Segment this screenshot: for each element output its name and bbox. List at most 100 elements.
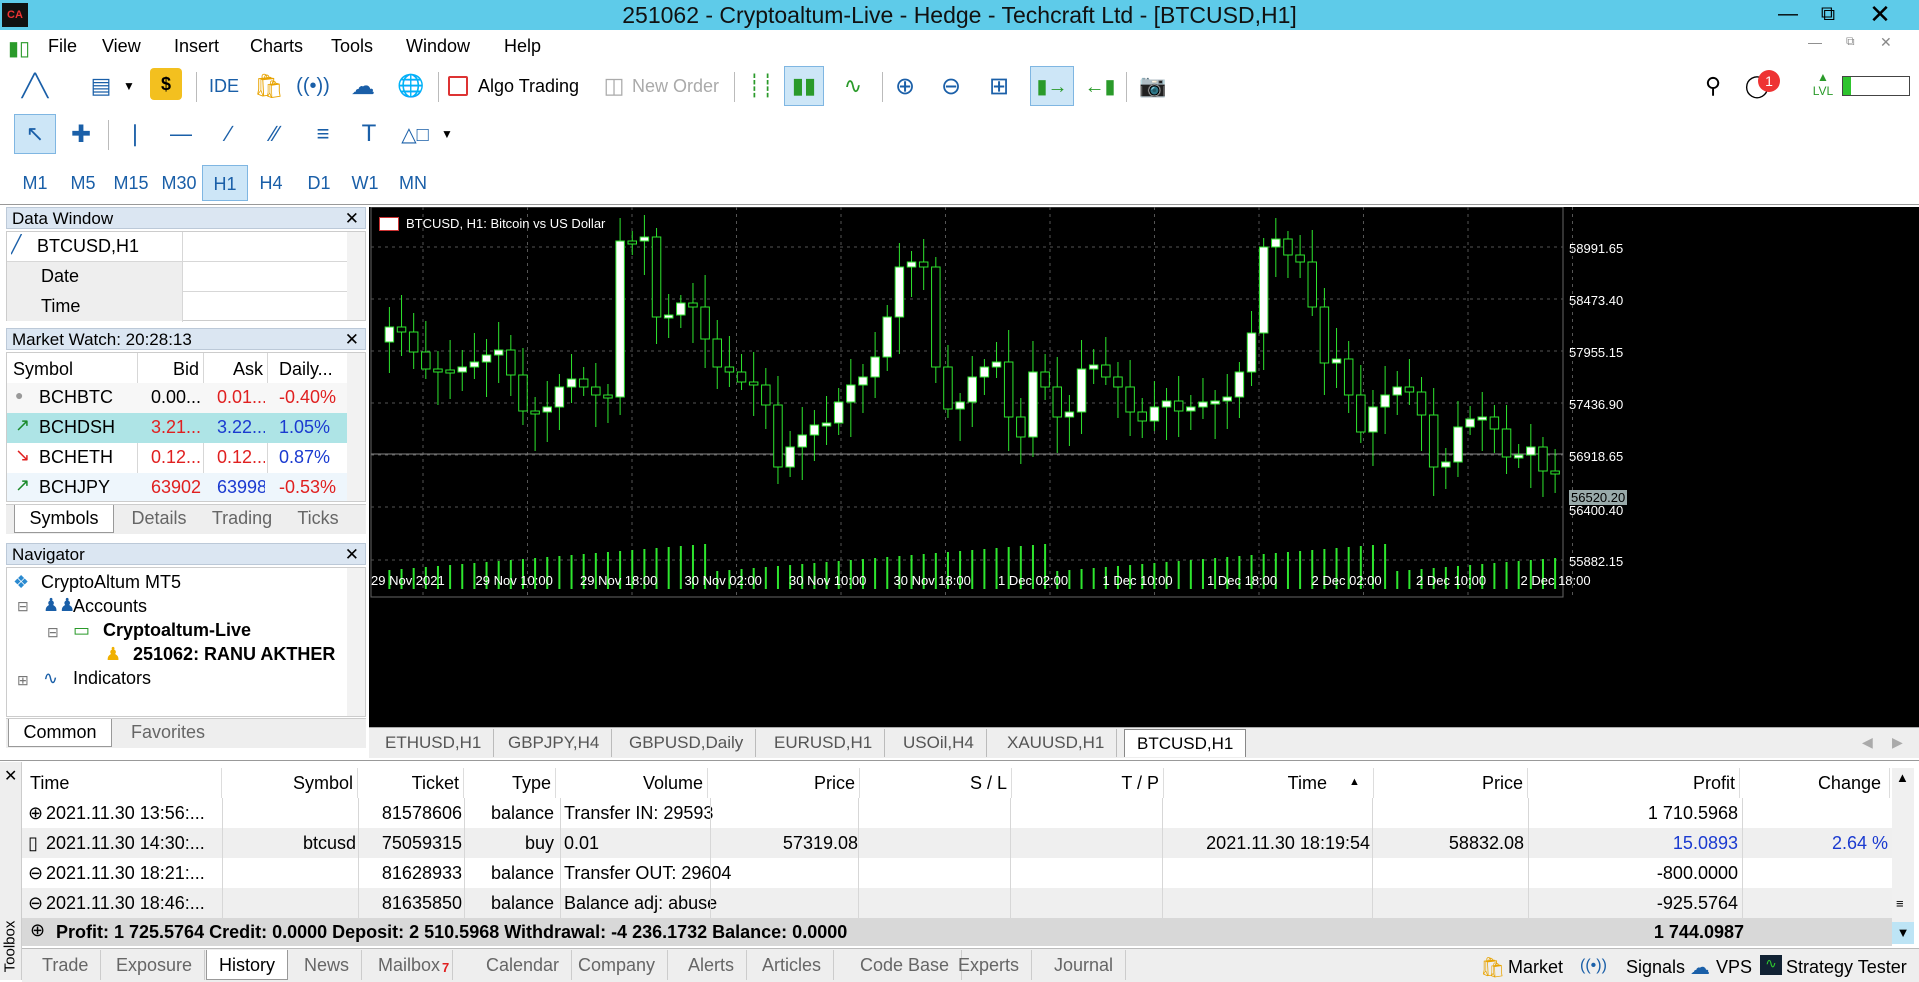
tab-code-base[interactable]: Code Base bbox=[848, 950, 963, 980]
scroll-grip-icon[interactable]: ≡ bbox=[1896, 896, 1904, 911]
table-row[interactable]: ⊕ 2021.11.30 13:56:... 81578606 balance Tran… bbox=[22, 798, 1892, 828]
scroll-right-icon[interactable]: ▶ bbox=[1892, 734, 1903, 751]
crosshair-icon[interactable]: ✚ bbox=[64, 116, 98, 152]
table-row[interactable]: ⊖ 2021.11.30 18:46:... 81635850 balance Bala… bbox=[22, 888, 1892, 918]
chart-tab-eurusd[interactable]: EURUSD,H1 bbox=[762, 729, 886, 757]
menu-help[interactable]: Help bbox=[504, 36, 541, 57]
chart-tab-usoil[interactable]: USOil,H4 bbox=[891, 729, 987, 757]
col-sl[interactable]: S / L bbox=[860, 768, 1012, 798]
mw-header-bid[interactable]: Bid bbox=[173, 359, 199, 380]
chart-tab-xauusd[interactable]: XAUUSD,H1 bbox=[995, 729, 1118, 757]
timeframe-h1[interactable]: H1 bbox=[202, 165, 248, 201]
toolbox-strategy-tester[interactable]: Strategy Tester bbox=[1786, 957, 1907, 978]
menu-file[interactable]: File bbox=[48, 36, 77, 57]
scroll-down-icon[interactable]: ▼ bbox=[1892, 922, 1914, 944]
cloud-icon[interactable]: ☁ bbox=[346, 68, 380, 104]
zoom-in-icon[interactable]: ⊕ bbox=[888, 68, 922, 104]
tab-articles[interactable]: Articles bbox=[750, 950, 835, 980]
menu-charts[interactable]: Charts bbox=[250, 36, 303, 57]
menu-window[interactable]: Window bbox=[406, 36, 470, 57]
mw-header-daily[interactable]: Daily... bbox=[279, 359, 333, 380]
menu-view[interactable]: View bbox=[102, 36, 141, 57]
col-tp[interactable]: T / P bbox=[1012, 768, 1164, 798]
close-icon[interactable]: ✕ bbox=[345, 329, 359, 351]
navigator-scrollbar[interactable] bbox=[347, 568, 365, 716]
close-button[interactable]: ✕ bbox=[1860, 0, 1900, 28]
scroll-left-icon[interactable]: ◀ bbox=[1862, 734, 1873, 751]
mw-header-ask[interactable]: Ask bbox=[233, 359, 263, 380]
history-scrollbar[interactable]: ▲ ≡ ▼ bbox=[1892, 768, 1914, 944]
mdi-minimize-icon[interactable]: — bbox=[1808, 34, 1822, 50]
algo-trading-button[interactable]: Algo Trading bbox=[478, 68, 588, 104]
tab-mailbox[interactable]: Mailbox bbox=[366, 950, 454, 980]
col-price[interactable]: Price bbox=[708, 768, 860, 798]
tab-symbols[interactable]: Symbols bbox=[14, 505, 114, 533]
mdi-restore-icon[interactable]: ⧉ bbox=[1846, 34, 1855, 49]
timeframe-w1[interactable]: W1 bbox=[342, 165, 388, 201]
screenshot-icon[interactable]: 📷 bbox=[1136, 68, 1170, 104]
ide-button[interactable]: IDE bbox=[204, 68, 244, 104]
auto-scroll-icon[interactable]: ▮→ bbox=[1030, 66, 1074, 106]
list-item[interactable]: ↗ BCHJPY 63902 63998 -0.53% bbox=[7, 473, 347, 501]
chart-tab-gbpusd[interactable]: GBPUSD,Daily bbox=[617, 729, 757, 757]
tab-exposure[interactable]: Exposure bbox=[104, 950, 206, 980]
col-change[interactable]: Change bbox=[1740, 768, 1890, 798]
timeframe-m1[interactable]: M1 bbox=[12, 165, 58, 201]
minimize-button[interactable]: — bbox=[1768, 0, 1808, 28]
expand-icon[interactable]: ⊞ bbox=[17, 672, 29, 689]
scroll-up-icon[interactable]: ▲ bbox=[1896, 770, 1909, 785]
chart-shift-icon[interactable]: ←▮ bbox=[1080, 68, 1120, 104]
collapse-icon[interactable]: ⊟ bbox=[47, 624, 59, 641]
tab-company[interactable]: Company bbox=[566, 950, 669, 980]
horizontal-line-icon[interactable]: — bbox=[164, 116, 198, 152]
chevron-down-icon[interactable]: ▼ bbox=[120, 68, 138, 104]
shapes-icon[interactable]: △□ bbox=[398, 116, 432, 152]
close-icon[interactable]: ✕ bbox=[345, 208, 359, 230]
col-volume[interactable]: Volume bbox=[556, 768, 708, 798]
line-icon[interactable]: ∿ bbox=[836, 68, 870, 104]
zoom-out-icon[interactable]: ⊖ bbox=[934, 68, 968, 104]
tab-calendar[interactable]: Calendar bbox=[474, 950, 573, 980]
line-chart-icon[interactable]: ╱╲ bbox=[18, 68, 52, 104]
chart-tab-ethusd[interactable]: ETHUSD,H1 bbox=[373, 729, 495, 757]
tab-favorites[interactable]: Favorites bbox=[116, 719, 220, 747]
nav-item-account[interactable]: 251062: RANU AKTHER bbox=[133, 644, 335, 665]
search-icon[interactable]: ⚲ bbox=[1696, 68, 1730, 104]
table-row[interactable]: ⊖ 2021.11.30 18:21:... 81628933 balance Tran… bbox=[22, 858, 1892, 888]
table-row[interactable]: ▯ 2021.11.30 14:30:... btcusd 75059315 buy 0.… bbox=[22, 828, 1892, 858]
candlestick-icon[interactable]: ▮▮ bbox=[784, 66, 824, 106]
signals-icon[interactable]: ((•)) bbox=[296, 68, 330, 104]
col-profit[interactable]: Profit bbox=[1528, 768, 1740, 798]
tab-alerts[interactable]: Alerts bbox=[676, 950, 748, 980]
col-ticket[interactable]: Ticket bbox=[358, 768, 464, 798]
tab-trade[interactable]: Trade bbox=[30, 950, 102, 980]
list-item[interactable]: ↗ BCHDSH 3.21... 3.22... 1.05% bbox=[7, 413, 347, 443]
timeframe-d1[interactable]: D1 bbox=[296, 165, 342, 201]
dollar-icon[interactable]: $ bbox=[150, 68, 182, 100]
col-close-price[interactable]: Price bbox=[1374, 768, 1528, 798]
toolbox-market[interactable]: Market bbox=[1508, 957, 1563, 978]
nav-item-server[interactable]: Cryptoaltum-Live bbox=[103, 620, 251, 641]
timeframe-mn[interactable]: MN bbox=[390, 165, 436, 201]
nav-item-indicators[interactable]: Indicators bbox=[73, 668, 151, 689]
bar-chart-icon[interactable]: ┊┊ bbox=[744, 68, 778, 104]
timeframe-m5[interactable]: M5 bbox=[60, 165, 106, 201]
vertical-line-icon[interactable]: ❘ bbox=[118, 116, 152, 152]
fibonacci-icon[interactable]: ≡ bbox=[306, 116, 340, 152]
chart-template-icon[interactable]: ▤ bbox=[84, 68, 118, 104]
channel-icon[interactable]: ∕∕ bbox=[258, 116, 292, 152]
market-bag-icon[interactable]: 🛍 bbox=[254, 68, 284, 104]
close-icon[interactable]: ✕ bbox=[4, 766, 17, 786]
list-item[interactable]: ↘ BCHETH 0.12... 0.12... 0.87% bbox=[7, 443, 347, 473]
toolbox-signals[interactable]: Signals bbox=[1626, 957, 1685, 978]
menu-tools[interactable]: Tools bbox=[331, 36, 373, 57]
tile-windows-icon[interactable]: ⊞ bbox=[982, 68, 1016, 104]
chevron-down-icon[interactable]: ▼ bbox=[438, 116, 456, 152]
timeframe-h4[interactable]: H4 bbox=[248, 165, 294, 201]
list-item[interactable]: ● BCHBTC 0.00... 0.01... -0.40% bbox=[7, 383, 347, 413]
data-window-scrollbar[interactable] bbox=[347, 232, 365, 320]
toolbox-vps[interactable]: VPS bbox=[1716, 957, 1752, 978]
tab-common[interactable]: Common bbox=[8, 719, 112, 747]
col-close-time[interactable]: Time bbox=[1164, 768, 1374, 798]
globe-add-icon[interactable]: 🌐 bbox=[394, 68, 428, 104]
